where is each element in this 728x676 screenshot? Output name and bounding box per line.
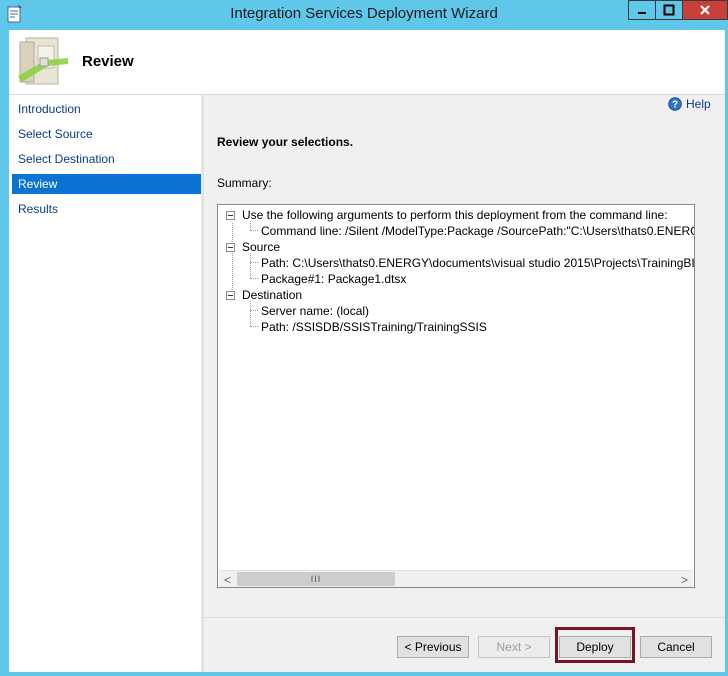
tree-root-connector xyxy=(232,223,233,296)
tree-node-arguments[interactable]: Use the following arguments to perform t… xyxy=(226,207,668,223)
tree-connector xyxy=(250,278,258,279)
nav-item-introduction[interactable]: Introduction xyxy=(12,99,201,119)
close-icon xyxy=(700,5,710,15)
help-link[interactable]: ? Help xyxy=(668,97,711,111)
svg-text:?: ? xyxy=(672,100,678,111)
deploy-highlight-frame xyxy=(555,627,635,663)
tree-node-source[interactable]: Source xyxy=(226,239,280,255)
close-button[interactable] xyxy=(682,0,728,20)
tree-node-label: Destination xyxy=(242,288,303,302)
help-label: Help xyxy=(686,97,711,111)
footer-divider xyxy=(204,617,725,618)
tree-connector xyxy=(250,326,258,327)
tree-node-destination[interactable]: Destination xyxy=(226,287,302,303)
previous-button[interactable]: < Previous xyxy=(397,636,469,658)
tree-connector xyxy=(250,230,258,231)
scroll-grip-icon: III xyxy=(310,574,322,584)
minimize-icon xyxy=(638,12,646,14)
next-button[interactable]: Next > xyxy=(478,636,550,658)
scroll-thumb[interactable]: III xyxy=(237,572,395,586)
nav-item-results[interactable]: Results xyxy=(12,199,201,219)
maximize-button[interactable] xyxy=(655,0,682,20)
collapse-toggle-icon[interactable] xyxy=(226,210,235,220)
maximize-icon xyxy=(663,4,675,16)
tree-connector xyxy=(250,301,251,326)
tree-connector xyxy=(250,253,251,278)
summary-tree-view[interactable]: Use the following arguments to perform t… xyxy=(217,204,695,588)
help-icon: ? xyxy=(668,97,682,111)
tree-leaf-server-name: Server name: (local) xyxy=(261,304,370,318)
tree-node-label: Source xyxy=(242,240,281,254)
tree-connector xyxy=(250,310,258,311)
window-title: Integration Services Deployment Wizard xyxy=(230,5,498,22)
scroll-right-icon[interactable]: > xyxy=(676,571,693,587)
tree-leaf-source-path: Path: C:\Users\thats0.ENERGY\documents\v… xyxy=(261,256,695,270)
tree-node-label: Use the following arguments to perform t… xyxy=(242,208,668,222)
deployment-wizard-icon xyxy=(18,37,68,85)
collapse-toggle-icon[interactable] xyxy=(226,290,235,300)
cancel-button[interactable]: Cancel xyxy=(640,636,712,658)
review-heading: Review your selections. xyxy=(217,135,354,149)
nav-item-select-source[interactable]: Select Source xyxy=(12,124,201,144)
nav-item-select-destination[interactable]: Select Destination xyxy=(12,149,201,169)
minimize-button[interactable] xyxy=(628,0,655,20)
tree-connector xyxy=(250,262,258,263)
tree-leaf-package: Package#1: Package1.dtsx xyxy=(261,272,407,286)
horizontal-scrollbar[interactable]: < III > xyxy=(219,570,693,587)
summary-label: Summary: xyxy=(217,176,272,190)
nav-divider xyxy=(201,95,204,672)
scroll-left-icon[interactable]: < xyxy=(219,571,236,587)
collapse-toggle-icon[interactable] xyxy=(226,242,235,252)
page-title: Review xyxy=(82,53,134,70)
tree-leaf-command-line: Command line: /Silent /ModelType:Package… xyxy=(261,224,694,238)
nav-item-review[interactable]: Review xyxy=(12,174,201,194)
tree-leaf-destination-path: Path: /SSISDB/SSISTraining/TrainingSSIS xyxy=(261,320,487,334)
